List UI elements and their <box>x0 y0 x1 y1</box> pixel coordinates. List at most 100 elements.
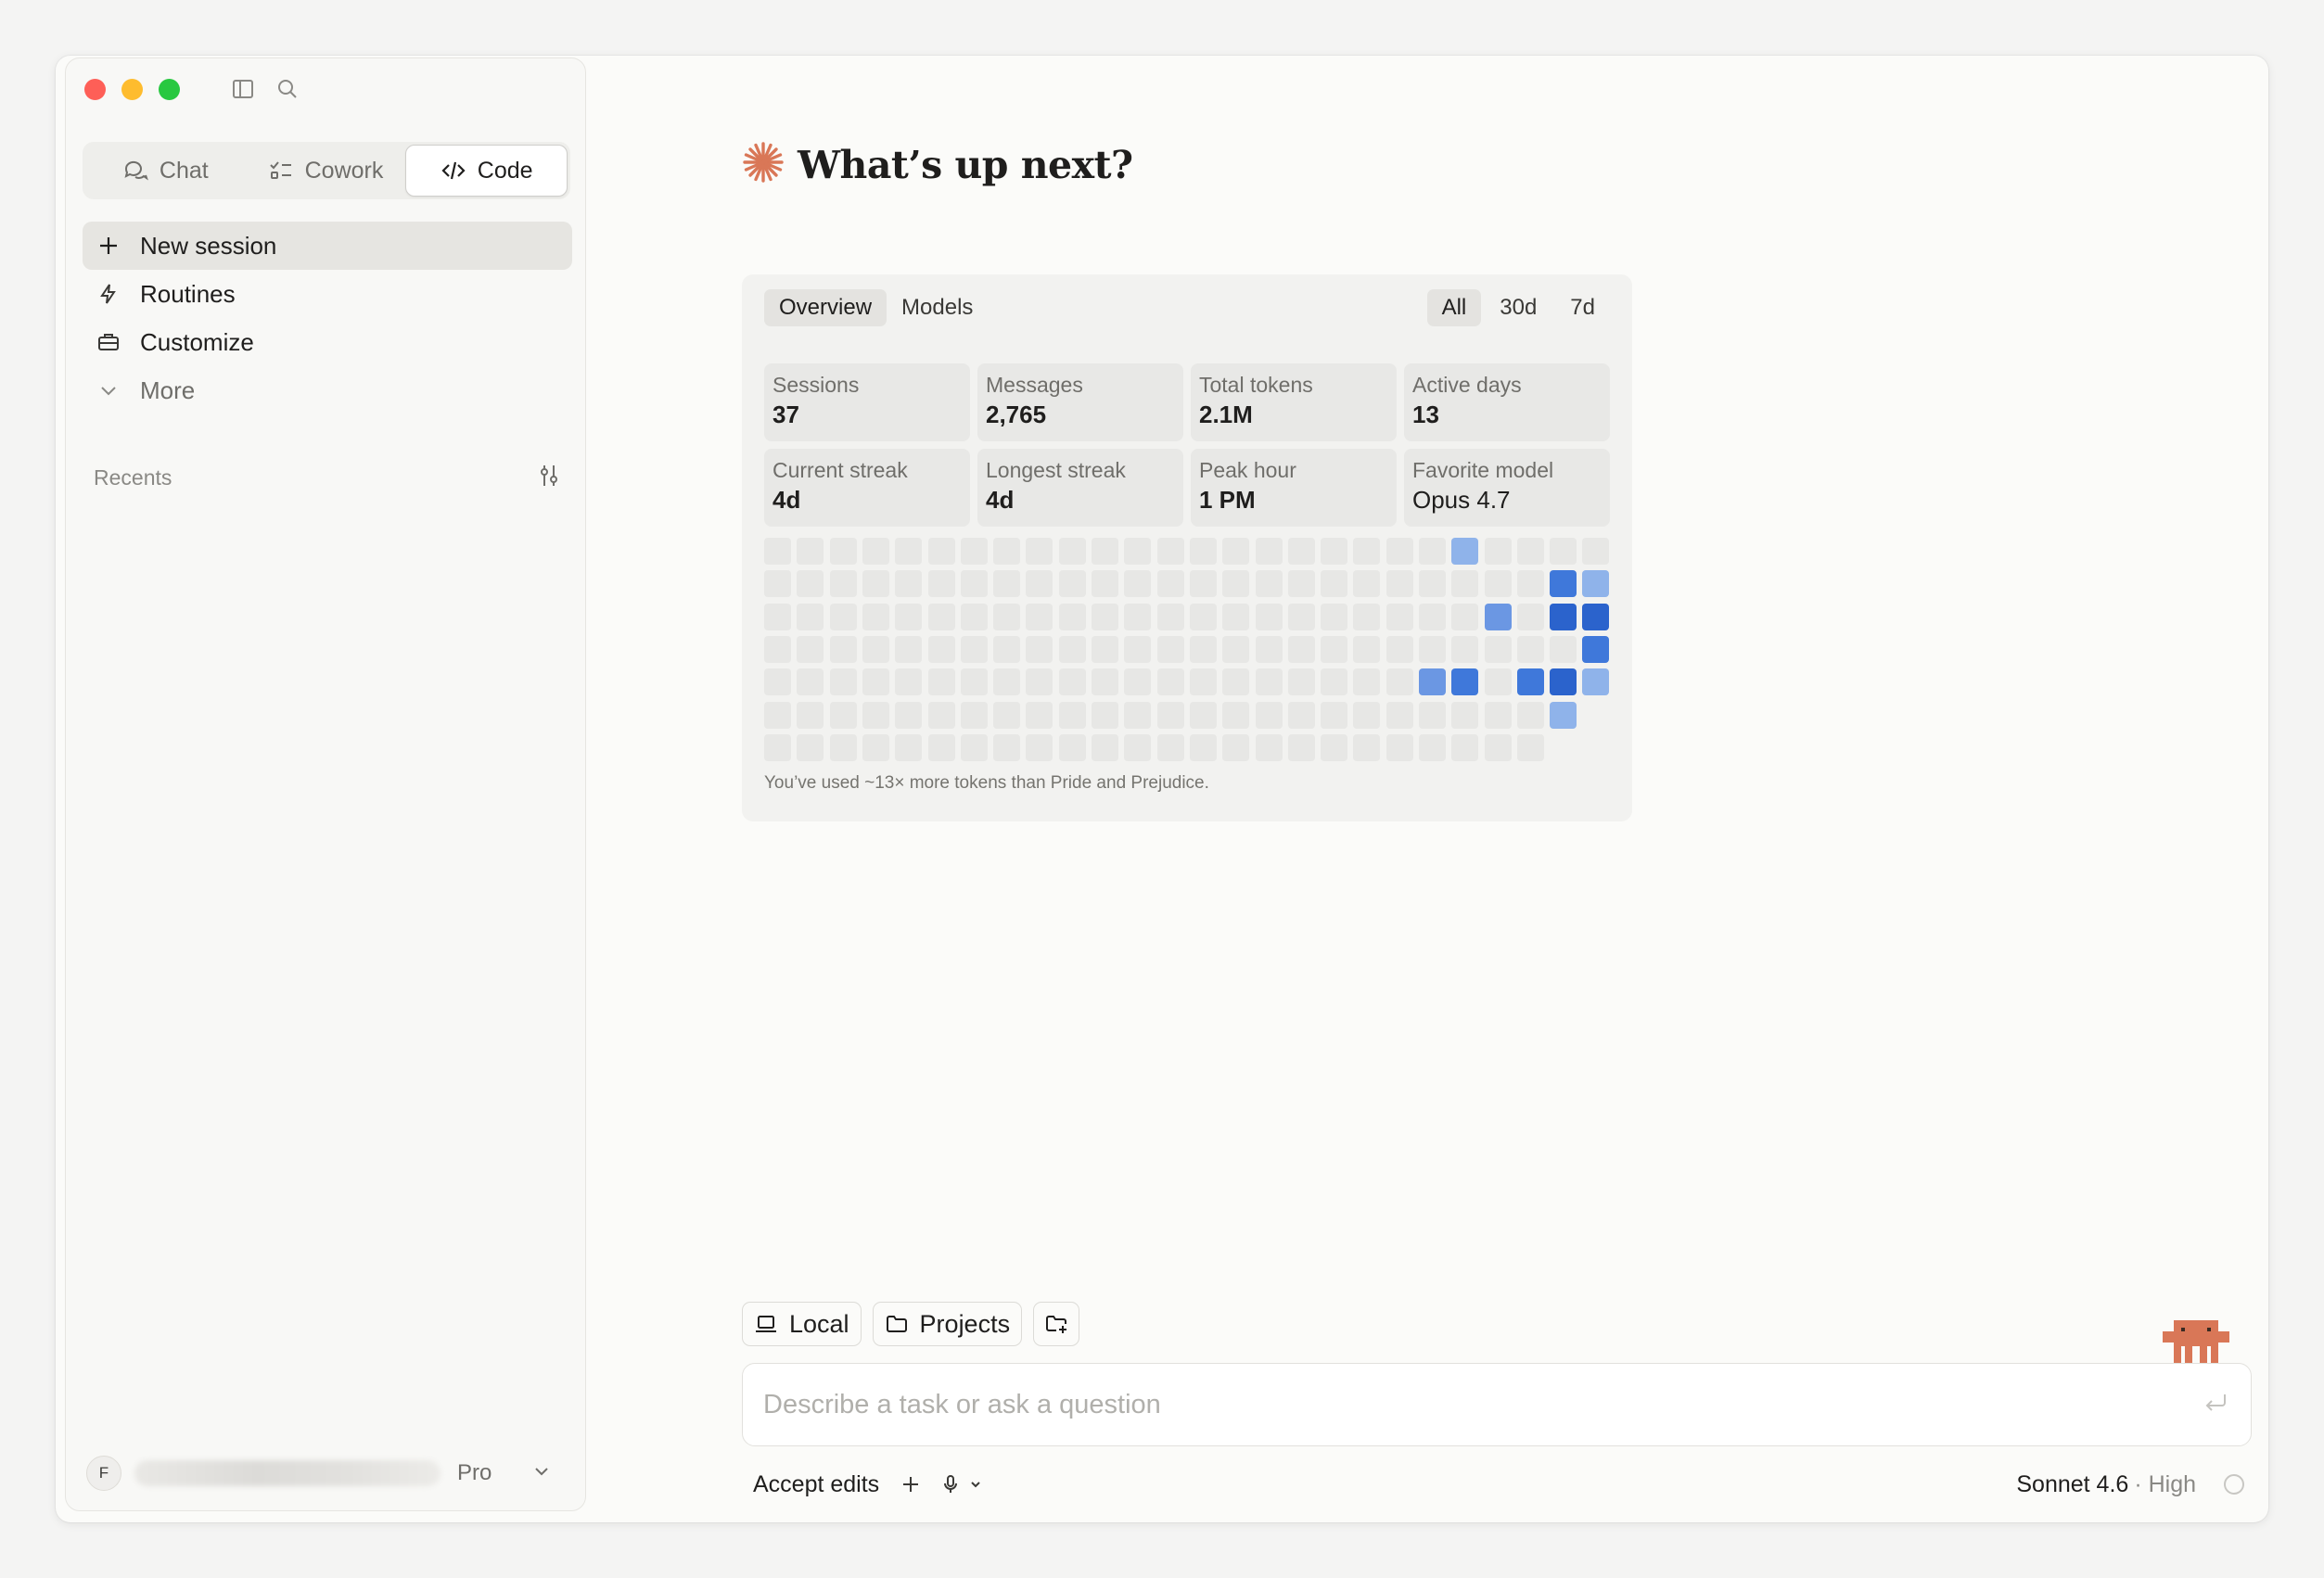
stat-label: Messages <box>986 373 1083 397</box>
heatmap-cell <box>1222 538 1249 565</box>
heatmap-cell <box>1059 734 1086 761</box>
heatmap-cell <box>1092 604 1118 630</box>
projects-button[interactable]: Projects <box>872 1302 1023 1346</box>
account-menu[interactable]: F Pro <box>86 1451 565 1495</box>
add-folder-button[interactable] <box>1033 1302 1080 1346</box>
heatmap-cell <box>1451 668 1478 695</box>
heatmap-cell <box>1124 604 1151 630</box>
heatmap-cell <box>1222 702 1249 729</box>
mode-switcher: Chat Cowork Code <box>83 142 570 199</box>
heatmap-cell <box>1288 604 1315 630</box>
heatmap-cell <box>1353 604 1380 630</box>
heatmap-cell <box>1550 570 1577 597</box>
heatmap-cell <box>1485 570 1512 597</box>
close-window-button[interactable] <box>84 79 106 100</box>
heatmap-cell <box>862 570 889 597</box>
tab-models[interactable]: Models <box>887 289 988 326</box>
heatmap-cell <box>1321 668 1347 695</box>
heatmap-cell <box>1419 702 1446 729</box>
stat-total-tokens: Total tokens 2.1M <box>1191 363 1397 441</box>
stat-peak-hour: Peak hour 1 PM <box>1191 449 1397 527</box>
local-environment-button[interactable]: Local <box>742 1302 862 1346</box>
heatmap-cell <box>993 734 1020 761</box>
stat-value: 13 <box>1412 401 1439 428</box>
heatmap-cell <box>993 538 1020 565</box>
effort-level[interactable]: · High <box>2134 1471 2196 1498</box>
heatmap-cell <box>1419 668 1446 695</box>
folder-plus-icon <box>1046 1316 1067 1333</box>
heatmap-cell <box>797 538 824 565</box>
heatmap-cell <box>1550 538 1577 565</box>
heatmap-cell <box>1288 538 1315 565</box>
laptop-icon <box>756 1316 776 1332</box>
nav-label: Routines <box>140 279 236 308</box>
mode-chat-tab[interactable]: Chat <box>85 145 246 197</box>
usage-note: You’ve used ~13× more tokens than Pride … <box>764 773 1209 793</box>
prompt-input[interactable] <box>763 1389 2203 1420</box>
heatmap-cell <box>797 604 824 630</box>
heatmap-cell <box>895 668 922 695</box>
heatmap-cell <box>830 538 857 565</box>
heatmap-cell <box>1059 570 1086 597</box>
heatmap-cell <box>1485 636 1512 663</box>
heatmap-cell <box>1451 538 1478 565</box>
heatmap-cell <box>862 604 889 630</box>
heatmap-cell <box>1353 734 1380 761</box>
heatmap-cell <box>1451 702 1478 729</box>
new-session-button[interactable]: New session <box>83 222 572 270</box>
heatmap-cell <box>1256 604 1283 630</box>
heatmap-cell <box>1157 538 1184 565</box>
heatmap-cell <box>1582 538 1609 565</box>
heatmap-cell <box>1124 636 1151 663</box>
sidebar-toggle-icon[interactable] <box>231 77 255 101</box>
voice-input-button[interactable] <box>931 1473 992 1495</box>
enter-return-icon[interactable] <box>2203 1389 2230 1421</box>
heatmap-cell <box>830 734 857 761</box>
mode-cowork-tab[interactable]: Cowork <box>246 145 406 197</box>
model-selector[interactable]: Sonnet 4.6 <box>2016 1471 2128 1498</box>
heatmap-cell <box>1190 734 1217 761</box>
heatmap-cell <box>1419 538 1446 565</box>
maximize-window-button[interactable] <box>159 79 180 100</box>
heatmap-cell <box>764 702 791 729</box>
accept-edits-toggle[interactable]: Accept edits <box>742 1471 890 1498</box>
folder-icon <box>886 1316 907 1332</box>
heatmap-cell <box>1321 604 1347 630</box>
range-all[interactable]: All <box>1426 289 1482 326</box>
heatmap-cell <box>797 570 824 597</box>
heatmap-cell <box>830 636 857 663</box>
stat-messages: Messages 2,765 <box>977 363 1183 441</box>
heatmap-cell <box>1059 636 1086 663</box>
range-7d[interactable]: 7d <box>1555 289 1610 326</box>
heatmap-cell <box>1092 668 1118 695</box>
heatmap-cell <box>1485 604 1512 630</box>
range-30d[interactable]: 30d <box>1485 289 1551 326</box>
minimize-window-button[interactable] <box>121 79 143 100</box>
heatmap-cell <box>1451 604 1478 630</box>
stat-sessions: Sessions 37 <box>764 363 970 441</box>
nav-label: New session <box>140 231 277 260</box>
recents-label: Recents <box>94 464 172 490</box>
heatmap-cell <box>1517 734 1544 761</box>
mode-code-tab[interactable]: Code <box>405 145 568 197</box>
customize-link[interactable]: Customize <box>83 318 572 366</box>
heatmap-cell <box>797 734 824 761</box>
tab-overview[interactable]: Overview <box>764 289 887 326</box>
chevron-down-icon <box>971 1482 980 1488</box>
add-attachment-button[interactable] <box>890 1473 931 1495</box>
heatmap-cell <box>928 538 955 565</box>
heatmap-cell <box>1157 668 1184 695</box>
heatmap-cell <box>1059 604 1086 630</box>
heatmap-cell <box>1256 702 1283 729</box>
checklist-icon <box>269 161 291 179</box>
routines-link[interactable]: Routines <box>83 270 572 318</box>
heatmap-cell <box>1256 538 1283 565</box>
more-toggle[interactable]: More <box>83 366 572 414</box>
search-icon[interactable] <box>275 77 300 101</box>
heatmap-cell <box>764 604 791 630</box>
heatmap-cell <box>961 538 988 565</box>
filter-sliders-icon[interactable] <box>536 463 562 493</box>
briefcase-icon <box>97 331 120 353</box>
chat-bubbles-icon <box>124 160 148 181</box>
context-chips: Local Projects <box>742 1302 1080 1346</box>
